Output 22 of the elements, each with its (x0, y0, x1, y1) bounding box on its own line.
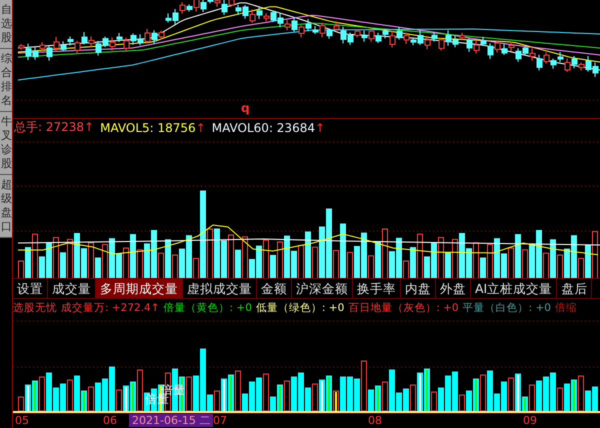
chart-marker: q (241, 102, 250, 114)
date-label: 07 (213, 414, 227, 428)
date-label: 2021-06-15 二 (129, 414, 214, 428)
sidebar-tab[interactable]: 牛叉诊股 (0, 112, 12, 176)
date-label: 08 (368, 414, 382, 428)
legend-text: 平量（白色）: +0 (462, 301, 551, 316)
legend-text: 总手: 27238↑ (14, 119, 94, 136)
date-label: 09 (523, 414, 537, 428)
legend-text: 成交量万: +272.4↑ (61, 301, 160, 316)
sidebar-tab[interactable]: 自选股 (0, 0, 12, 50)
date-label: 06 (103, 414, 117, 428)
date-label: 05 (15, 414, 29, 428)
legend-text: 选股无忧 (13, 301, 57, 316)
legend-text: 低量（绿色）: +0 (256, 301, 344, 316)
sidebar-tab[interactable]: 超级盘口 (0, 175, 12, 238)
sidebar-tab[interactable]: 综合排名 (0, 49, 12, 112)
legend-text: 倍量（黄色）: +0 (164, 301, 252, 316)
legend-text: 倍缩 (554, 301, 577, 316)
legend-text: MAVOL60: 23684↑ (212, 120, 326, 135)
legend-text: 百日地量（灰色）: +0 (348, 301, 459, 316)
indicator-tab[interactable]: 多周期成交量 (96, 279, 183, 298)
legend-text: MAVOL5: 18756↑ (100, 120, 206, 135)
